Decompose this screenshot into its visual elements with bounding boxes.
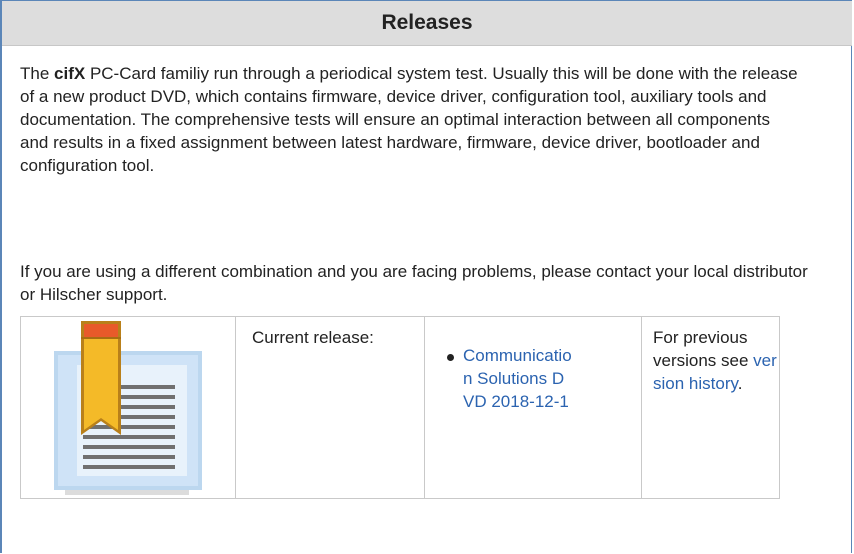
icon-cell [20,316,236,499]
panel-header: Releases [2,1,852,46]
panel-title: Releases [381,11,473,34]
list-item: Communication Solutions DVD 2018-12-1 [425,317,573,413]
release-list-cell: Communication Solutions DVD 2018-12-1 [424,316,642,499]
current-release-label-cell: Current release: [235,316,425,499]
release-list: Communication Solutions DVD 2018-12-1 [425,317,573,413]
current-release-label: Current release: [252,328,374,347]
dvd-release-link[interactable]: Communication Solutions DVD 2018-12-1 [463,346,572,411]
table-row: Current release: Communication Solutions… [20,316,780,499]
intro-text: PC-Card familiy run through a periodical… [20,64,798,175]
contact-paragraph: If you are using a different combination… [20,262,808,304]
intro-prefix: The [20,64,55,83]
bookmark-document-icon [54,321,202,495]
bullet-icon [447,354,454,361]
previous-versions-suffix: . [737,374,743,393]
intro-paragraph: The cifX PC-Card familiy run through a p… [20,62,800,177]
previous-versions-cell: For previous versions see version histor… [641,316,780,499]
product-name: cifX [54,64,86,83]
previous-versions-prefix: For previous versions see [653,328,754,370]
release-table: Current release: Communication Solutions… [20,316,780,499]
